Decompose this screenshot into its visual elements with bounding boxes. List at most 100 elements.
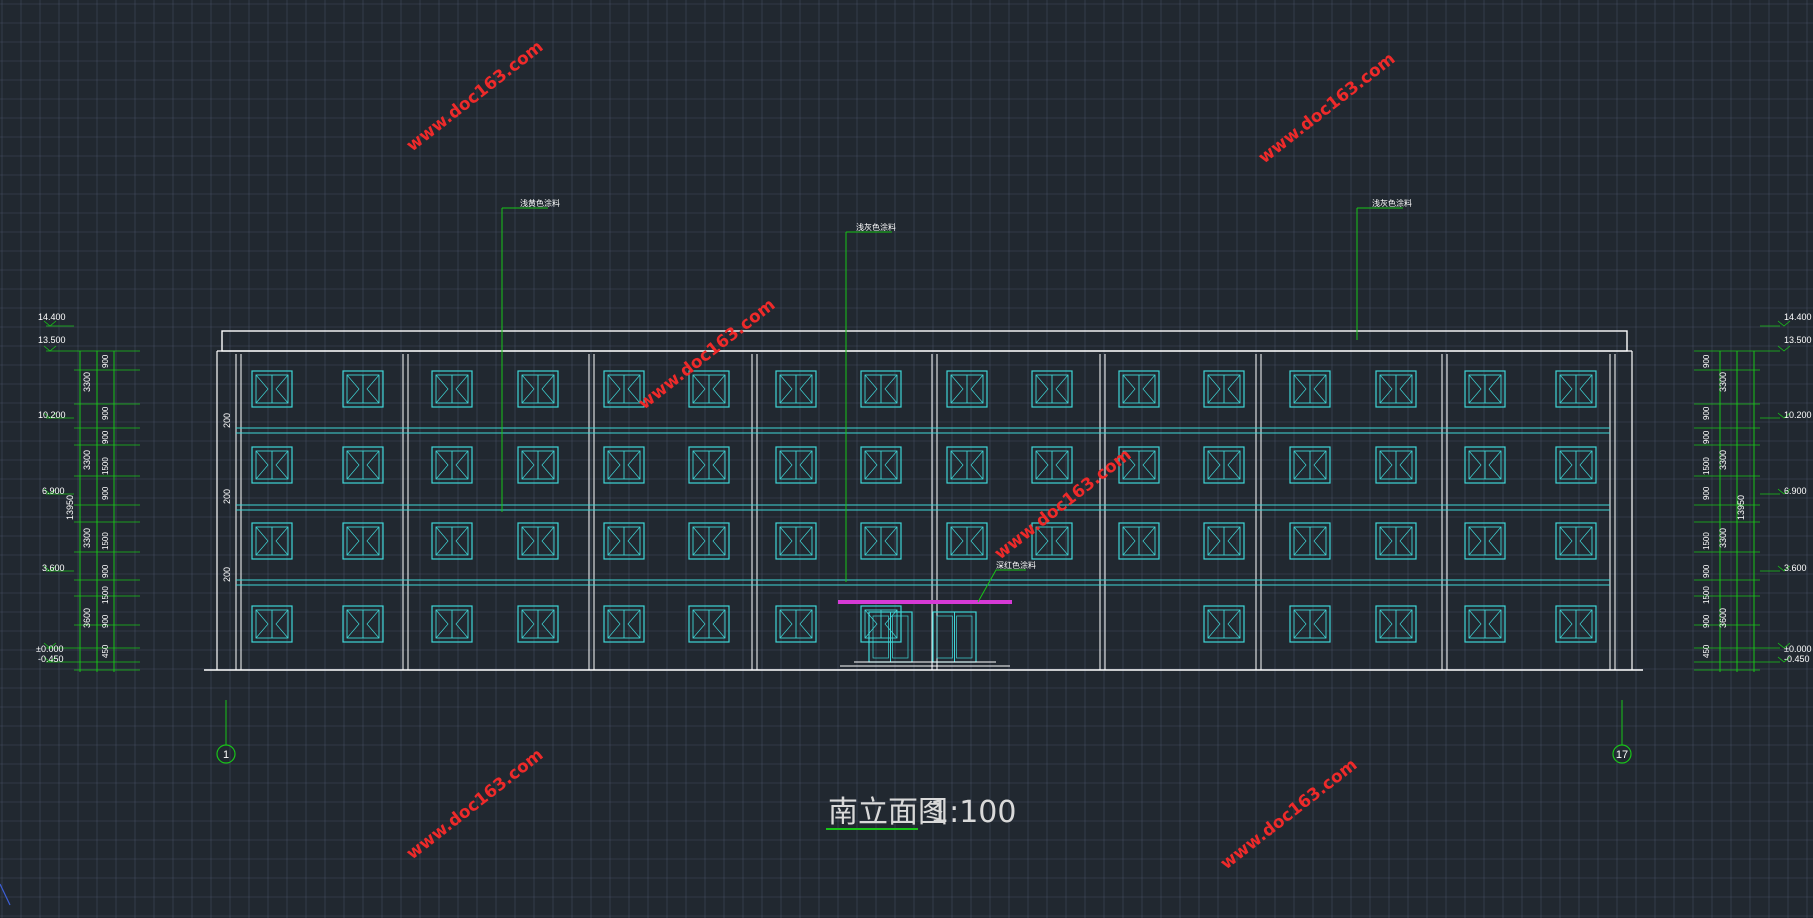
window-swing [799, 526, 813, 556]
window-swing [275, 609, 289, 639]
window-swing [521, 526, 535, 556]
window [1464, 446, 1506, 484]
window-swing [435, 609, 449, 639]
window [1289, 446, 1331, 484]
window-swing [521, 450, 535, 480]
window [1203, 370, 1245, 408]
window-swing [1399, 609, 1413, 639]
callout-3: 浅灰色涂料 [1356, 198, 1412, 340]
cad-viewport[interactable]: 浅黄色涂料 浅灰色涂料 浅灰色涂料 深红色涂料 14.400 13.500 10… [0, 0, 1813, 918]
window-swing [1579, 450, 1593, 480]
window [1203, 605, 1245, 643]
window-swing [366, 526, 380, 556]
window-swing [541, 609, 555, 639]
dim-label: 900 [1702, 564, 1711, 578]
window-swing [346, 450, 360, 480]
dim-label: 3600 [82, 608, 92, 628]
callout-4: 深红色涂料 [977, 560, 1036, 603]
window [1375, 370, 1417, 408]
window-swing [864, 374, 878, 404]
elevation-label: 14.400 [1784, 312, 1812, 322]
watermark-text: www.doc163.com [403, 745, 548, 864]
window-swing [1559, 374, 1573, 404]
window-swing [541, 526, 555, 556]
window-swing [275, 526, 289, 556]
axis-label: 17 [1616, 749, 1628, 761]
window [688, 605, 730, 643]
window [775, 370, 817, 408]
window-swing [366, 450, 380, 480]
dim-label: 900 [101, 614, 110, 628]
window-swing [864, 609, 878, 639]
dim-label: 900 [1702, 406, 1711, 420]
window-swing [366, 374, 380, 404]
window [251, 522, 293, 560]
offset-label: 200 [222, 413, 232, 428]
window-swing [970, 526, 984, 556]
window-swing [255, 450, 269, 480]
window [251, 605, 293, 643]
window-swing [1293, 609, 1307, 639]
window [1375, 605, 1417, 643]
window-swing [1379, 374, 1393, 404]
window-swing [692, 450, 706, 480]
window [342, 446, 384, 484]
window [431, 605, 473, 643]
window [1555, 522, 1597, 560]
axis-label: 1 [223, 749, 229, 761]
window-swing [1122, 374, 1136, 404]
dim-label: 900 [1702, 614, 1711, 628]
dim-label: 1500 [101, 586, 110, 604]
dim-label: 900 [101, 430, 110, 444]
window-swing [864, 526, 878, 556]
window-swing [799, 609, 813, 639]
elevation-label: -0.450 [38, 654, 64, 664]
window [1555, 605, 1597, 643]
axis-marker-end: 17 [1612, 700, 1632, 764]
parapet [221, 330, 1628, 352]
elevation-label: -0.450 [1784, 654, 1810, 664]
window-swing [1399, 450, 1413, 480]
window-swing [779, 374, 793, 404]
elevation-label: 13.500 [1784, 335, 1812, 345]
window-swing [1035, 374, 1049, 404]
elevation-label: 3.600 [1784, 563, 1807, 573]
window-swing [1227, 526, 1241, 556]
dim-label: 900 [101, 406, 110, 420]
window-swing [779, 450, 793, 480]
window [946, 446, 988, 484]
window-swing [1142, 450, 1156, 480]
window-swing [1579, 609, 1593, 639]
window-swing [712, 450, 726, 480]
window-swing [346, 526, 360, 556]
window [251, 370, 293, 408]
window-swing [950, 374, 964, 404]
window-swing [1579, 526, 1593, 556]
window-swing [1488, 374, 1502, 404]
dim-label: 3300 [1718, 372, 1728, 392]
window-swing [779, 609, 793, 639]
callout-1: 浅黄色涂料 [501, 198, 560, 512]
window-swing [712, 374, 726, 404]
callout-text: 浅黄色涂料 [520, 198, 560, 208]
window-swing [346, 609, 360, 639]
watermark-text: www.doc163.com [1255, 49, 1400, 168]
dim-label: 900 [1702, 354, 1711, 368]
window [1203, 522, 1245, 560]
window-swing [1399, 374, 1413, 404]
elevation-label: 3.600 [42, 563, 65, 573]
window-swing [1488, 450, 1502, 480]
dim-label: 1500 [1702, 457, 1711, 475]
window-swing [627, 609, 641, 639]
window-swing [1313, 374, 1327, 404]
dim-label: 3300 [1718, 528, 1728, 548]
watermark-text: www.doc163.com [403, 37, 548, 156]
dim-label: 1500 [1702, 586, 1711, 604]
window-swing [1399, 526, 1413, 556]
window-swing [1142, 526, 1156, 556]
dim-label: 900 [1702, 430, 1711, 444]
window-swing [692, 609, 706, 639]
window [517, 605, 559, 643]
window-swing [1293, 374, 1307, 404]
window-swing [255, 609, 269, 639]
